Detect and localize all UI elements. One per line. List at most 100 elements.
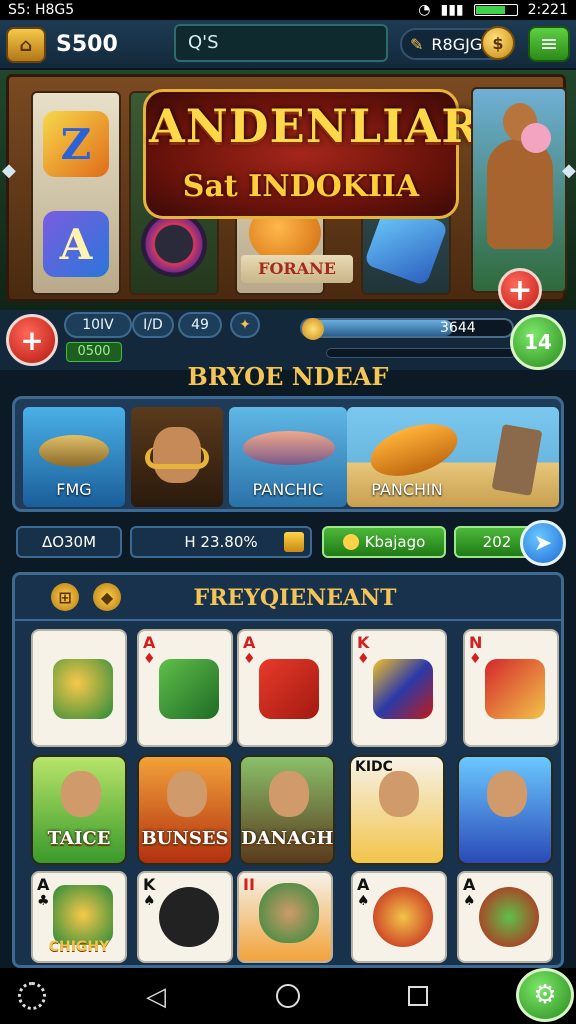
tile-label: DANAGH	[241, 828, 334, 849]
game-tile[interactable]: FMG	[23, 407, 125, 507]
card-suit: ♣	[37, 893, 50, 909]
pattern-icon	[485, 659, 545, 719]
gems-value: R8GJG	[431, 34, 483, 54]
card-suit: ♦	[243, 651, 256, 667]
send-icon[interactable]: ➤	[520, 520, 566, 566]
status-left-text: S5: H8G5	[8, 2, 75, 18]
tile-label: TAICE	[47, 828, 111, 849]
pattern-icon	[373, 659, 433, 719]
card-rank: A	[463, 875, 476, 894]
action-row: ΔO30M H 23.80% Kbajago 202 ➤	[0, 520, 576, 566]
game-tile-label: PANCHIN	[371, 480, 443, 499]
status-time: 2:221	[527, 2, 568, 18]
fish-icon	[364, 414, 464, 486]
gear-icon[interactable]	[18, 982, 46, 1010]
z-symbol-icon: Z	[43, 111, 109, 177]
character-card[interactable]: KIDC	[349, 755, 445, 865]
game-tile[interactable]: PANCHIC	[229, 407, 347, 507]
character-avatar	[487, 771, 527, 817]
balance-value: S500	[56, 32, 118, 57]
card-suit: ♠	[463, 893, 476, 909]
hero-character	[471, 87, 567, 293]
fish-icon	[53, 659, 113, 719]
card-rank: A	[143, 633, 156, 652]
wifi-icon: ◔	[418, 2, 431, 18]
top-bar: ⌂ S500 Q'S ✎ R8GJG $ ≡	[0, 20, 576, 70]
percent-label: H 23.80%	[184, 533, 258, 551]
menu-button[interactable]: ≡	[528, 26, 570, 62]
game-tile[interactable]	[131, 407, 223, 507]
status-bar: S5: H8G5 ◔ ▮▮▮ 2:221	[0, 0, 576, 20]
card[interactable]: A ♣ CHIGHY	[31, 871, 127, 963]
status-right: ◔ ▮▮▮ 2:221	[418, 2, 568, 18]
bet-pill-3[interactable]: 49	[178, 312, 222, 338]
bonus-label: Kbajago	[364, 533, 426, 551]
home-icon[interactable]	[276, 984, 300, 1008]
percent-button[interactable]: H 23.80%	[130, 526, 312, 558]
xp-value: 3644	[440, 320, 476, 336]
card-rank: KIDC	[355, 759, 393, 775]
slot-banner[interactable]: Z A FORANE ANDENLIAR Sat INDOKIIA ◆ ◆ +	[0, 70, 576, 312]
diamond-icon[interactable]: ◆	[93, 583, 121, 611]
character-avatar	[167, 771, 207, 817]
amount-button[interactable]: ΔO30M	[16, 526, 122, 558]
character-avatar	[61, 771, 101, 817]
game-tile[interactable]: PANCHIN	[347, 407, 559, 507]
card-rank: A	[357, 875, 370, 894]
navigation-bar: ◁ ⚙	[0, 968, 576, 1024]
character-tile[interactable]: BUNSES	[137, 755, 233, 865]
recent-apps-icon[interactable]	[408, 986, 428, 1006]
ring-symbol-icon	[141, 211, 207, 277]
card-suit: ♠	[143, 893, 156, 909]
back-icon[interactable]: ◁	[146, 982, 166, 1012]
fish-icon	[243, 431, 335, 465]
edit-icon	[284, 532, 304, 552]
card[interactable]: A ♦	[237, 629, 333, 747]
bet-pill-2[interactable]: I/D	[132, 312, 174, 338]
card-suit: ♦	[143, 651, 156, 667]
chevron-left-icon[interactable]: ◆	[2, 160, 16, 181]
character-tile[interactable]	[457, 755, 553, 865]
settings-button[interactable]: ⚙	[516, 968, 574, 1022]
signal-icon: ▮▮▮	[440, 2, 464, 18]
minus-button[interactable]: +	[6, 314, 58, 366]
grid-icon[interactable]: ⊞	[51, 583, 79, 611]
coin-icon	[302, 318, 324, 340]
card-rank: II	[243, 875, 255, 894]
emblem-icon	[479, 887, 539, 947]
card[interactable]: II	[237, 871, 333, 963]
search-input[interactable]: Q'S	[174, 24, 388, 62]
character-avatar	[259, 883, 319, 943]
a-symbol-icon: A	[43, 211, 109, 277]
card[interactable]: N ♦	[463, 629, 559, 747]
card[interactable]: K ♦	[351, 629, 447, 747]
character-tile[interactable]: DANAGH	[239, 755, 335, 865]
card[interactable]: K ♠	[137, 871, 233, 963]
cards-panel: ⊞ ◆ FREYQIENEANT A ♦ A ♦ K ♦ N ♦ TAICE B…	[12, 572, 564, 968]
bonus-button[interactable]: Kbajago	[322, 526, 446, 558]
card-label: CHIGHY	[48, 939, 110, 955]
game-tile-label: FMG	[56, 480, 92, 499]
bottle-icon	[159, 659, 219, 719]
card-fish[interactable]	[31, 629, 127, 747]
fish-icon	[39, 435, 109, 467]
character-tile[interactable]: TAICE	[31, 755, 127, 865]
vault-icon[interactable]: ⌂	[6, 27, 46, 63]
coin-icon[interactable]: $	[481, 26, 515, 60]
pig-icon	[521, 123, 551, 153]
hut-icon	[491, 424, 543, 496]
coin-icon	[342, 534, 359, 550]
card-suit: ♦	[469, 651, 482, 667]
star-icon[interactable]: ✦	[230, 312, 260, 338]
chevron-right-icon[interactable]: ◆	[562, 160, 576, 181]
card[interactable]: A ♦	[137, 629, 233, 747]
headphones-icon	[145, 447, 209, 469]
card[interactable]: A ♠	[351, 871, 447, 963]
card[interactable]: A ♠	[457, 871, 553, 963]
flag-icon	[259, 659, 319, 719]
bet-pill-1[interactable]: 10IV	[64, 312, 132, 338]
game-title: ANDENLIAR	[149, 99, 481, 153]
character-avatar	[379, 771, 419, 817]
add-button[interactable]: +	[498, 268, 542, 312]
card-rank: A	[37, 875, 50, 894]
